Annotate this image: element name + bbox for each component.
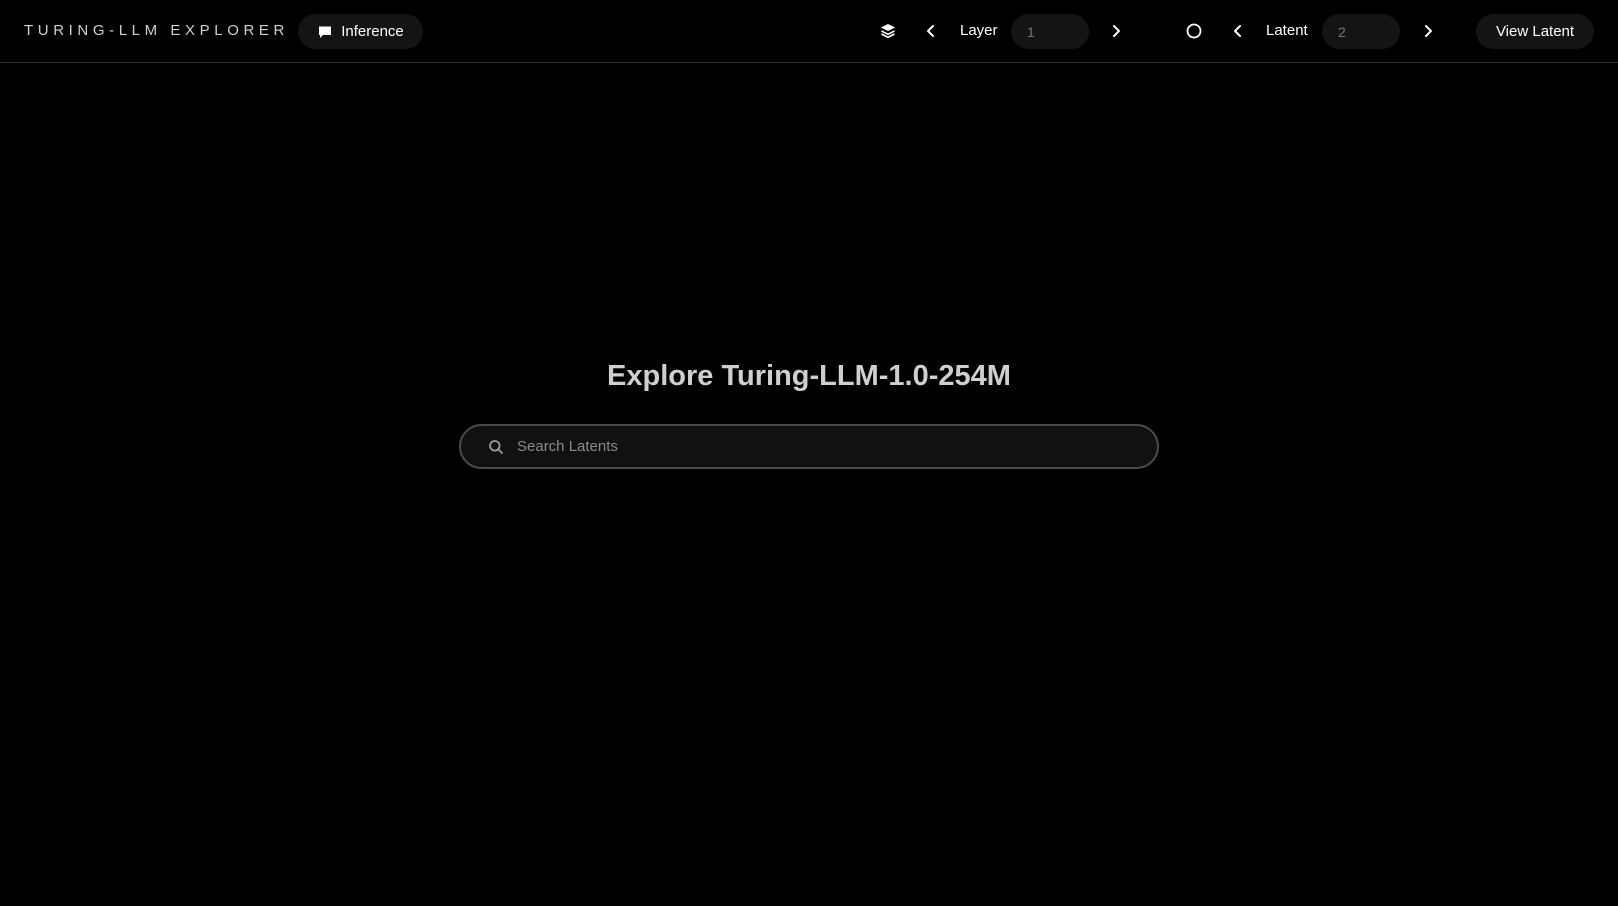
layer-prev-button[interactable] <box>917 17 945 45</box>
inference-label: Inference <box>341 23 404 40</box>
chevron-left-icon <box>1234 25 1241 37</box>
chevron-right-icon <box>1113 25 1120 37</box>
chevron-left-icon <box>927 25 934 37</box>
latent-input[interactable] <box>1322 14 1400 49</box>
view-latent-button[interactable]: View Latent <box>1476 14 1594 49</box>
inference-button[interactable]: Inference <box>298 14 423 49</box>
search-input[interactable] <box>515 437 1157 456</box>
search-icon <box>487 438 505 456</box>
search-bar[interactable] <box>459 424 1159 469</box>
app-brand: TURING-LLM EXPLORER <box>24 22 289 39</box>
page-title: Explore Turing-LLM-1.0-254M <box>607 360 1011 392</box>
layer-label: Layer <box>960 22 998 39</box>
top-navbar: TURING-LLM EXPLORER Inference Layer 1 La… <box>0 0 1618 63</box>
circle-icon <box>1180 17 1208 45</box>
latent-prev-button[interactable] <box>1224 17 1252 45</box>
latent-next-button[interactable] <box>1414 17 1442 45</box>
layer-next-button[interactable] <box>1102 17 1130 45</box>
layer-input[interactable] <box>1011 14 1089 49</box>
chat-bubble-icon <box>317 24 333 40</box>
latent-label: Latent <box>1266 22 1308 39</box>
layers-icon <box>874 17 902 45</box>
chevron-right-icon <box>1425 25 1432 37</box>
